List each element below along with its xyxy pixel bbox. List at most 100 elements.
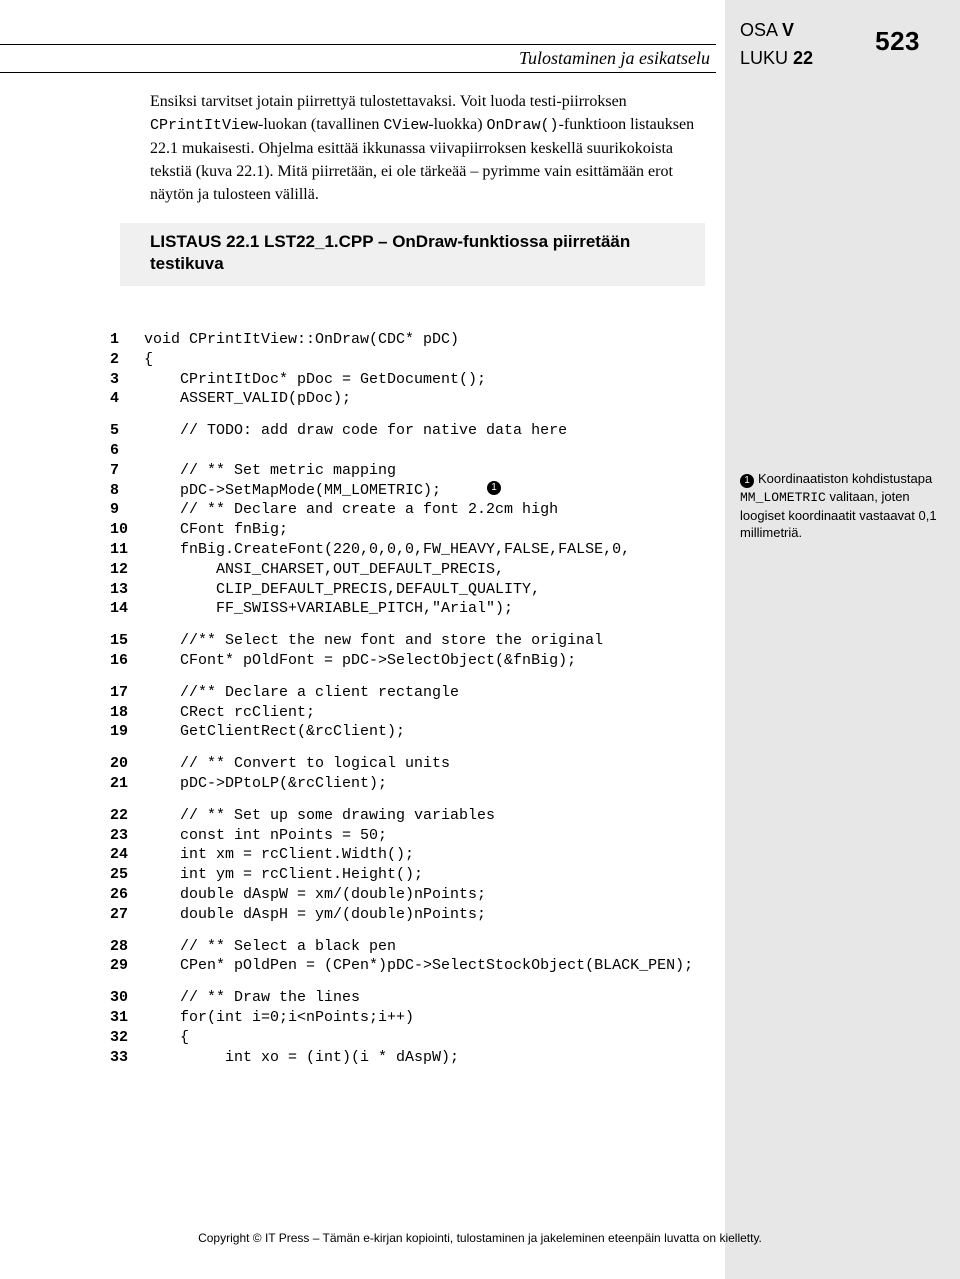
code-line: 30 // ** Draw the lines xyxy=(110,988,730,1008)
copyright-footer: Copyright © IT Press – Tämän e-kirjan ko… xyxy=(0,1231,960,1245)
code-line: 6 xyxy=(110,441,730,461)
margin-note-text: Koordinaatiston kohdistustapa xyxy=(758,471,932,486)
code-text: // ** Set metric mapping xyxy=(144,461,396,481)
line-number: 2 xyxy=(110,350,144,370)
code-text: pDC->SetMapMode(MM_LOMETRIC); xyxy=(144,481,441,501)
line-number: 16 xyxy=(110,651,144,671)
code-text: CFont fnBig; xyxy=(144,520,288,540)
line-number: 24 xyxy=(110,845,144,865)
code-text: void CPrintItView::OnDraw(CDC* pDC) xyxy=(144,330,459,350)
line-number: 3 xyxy=(110,370,144,390)
code-line: 7 // ** Set metric mapping xyxy=(110,461,730,481)
line-number: 31 xyxy=(110,1008,144,1028)
code-line: 2{ xyxy=(110,350,730,370)
code-text: int ym = rcClient.Height(); xyxy=(144,865,423,885)
margin-note: 1 Koordinaatiston kohdistustapa MM_LOMETR… xyxy=(740,470,940,542)
code-text: // ** Draw the lines xyxy=(144,988,360,1008)
code-text: CLIP_DEFAULT_PRECIS,DEFAULT_QUALITY, xyxy=(144,580,540,600)
code-text: // ** Select a black pen xyxy=(144,937,396,957)
code-gap xyxy=(110,671,730,683)
code-line: 10 CFont fnBig; xyxy=(110,520,730,540)
code-text: ASSERT_VALID(pDoc); xyxy=(144,389,351,409)
margin-note-marker-icon: 1 xyxy=(740,474,754,488)
code-text: const int nPoints = 50; xyxy=(144,826,387,846)
para-text: -luokan (tavallinen xyxy=(258,116,383,133)
code-text: int xm = rcClient.Width(); xyxy=(144,845,414,865)
listing-heading: LISTAUS 22.1 LST22_1.CPP – OnDraw-funkti… xyxy=(120,223,705,287)
header-luku: LUKU 22 xyxy=(740,48,813,69)
header-osa: OSA V xyxy=(740,20,794,41)
intro-paragraph: Ensiksi tarvitset jotain piirrettyä tulo… xyxy=(150,90,705,207)
code-listing: 1void CPrintItView::OnDraw(CDC* pDC)2{3 … xyxy=(110,330,730,1067)
code-inline: MM_LOMETRIC xyxy=(740,490,826,505)
line-number: 18 xyxy=(110,703,144,723)
luku-num: 22 xyxy=(793,48,813,68)
code-text: ANSI_CHARSET,OUT_DEFAULT_PRECIS, xyxy=(144,560,504,580)
code-text: // TODO: add draw code for native data h… xyxy=(144,421,567,441)
code-line: 8 pDC->SetMapMode(MM_LOMETRIC);1 xyxy=(110,481,730,501)
code-text: double dAspH = ym/(double)nPoints; xyxy=(144,905,486,925)
line-number: 28 xyxy=(110,937,144,957)
code-line: 31 for(int i=0;i<nPoints;i++) xyxy=(110,1008,730,1028)
code-inline: CPrintItView xyxy=(150,117,258,134)
line-number: 11 xyxy=(110,540,144,560)
line-number: 6 xyxy=(110,441,144,461)
line-number: 20 xyxy=(110,754,144,774)
code-line: 13 CLIP_DEFAULT_PRECIS,DEFAULT_QUALITY, xyxy=(110,580,730,600)
line-number: 22 xyxy=(110,806,144,826)
page: Tulostaminen ja esikatselu OSA V LUKU 22… xyxy=(0,0,960,1279)
code-line: 24 int xm = rcClient.Width(); xyxy=(110,845,730,865)
code-text: CRect rcClient; xyxy=(144,703,315,723)
line-number: 7 xyxy=(110,461,144,481)
code-text: CPrintItDoc* pDoc = GetDocument(); xyxy=(144,370,486,390)
line-number: 1 xyxy=(110,330,144,350)
code-line: 27 double dAspH = ym/(double)nPoints; xyxy=(110,905,730,925)
osa-num: V xyxy=(782,20,794,40)
line-number: 26 xyxy=(110,885,144,905)
code-gap xyxy=(110,976,730,988)
line-number: 32 xyxy=(110,1028,144,1048)
code-text: fnBig.CreateFont(220,0,0,0,FW_HEAVY,FALS… xyxy=(144,540,630,560)
code-text: GetClientRect(&rcClient); xyxy=(144,722,405,742)
code-text: { xyxy=(144,350,153,370)
code-text: double dAspW = xm/(double)nPoints; xyxy=(144,885,486,905)
code-text: for(int i=0;i<nPoints;i++) xyxy=(144,1008,414,1028)
line-number: 10 xyxy=(110,520,144,540)
line-number: 30 xyxy=(110,988,144,1008)
code-text: CPen* pOldPen = (CPen*)pDC->SelectStockO… xyxy=(144,956,693,976)
code-line: 29 CPen* pOldPen = (CPen*)pDC->SelectSto… xyxy=(110,956,730,976)
code-line: 3 CPrintItDoc* pDoc = GetDocument(); xyxy=(110,370,730,390)
code-text: //** Declare a client rectangle xyxy=(144,683,459,703)
code-inline: CView xyxy=(383,117,428,134)
line-number: 15 xyxy=(110,631,144,651)
code-line: 9 // ** Declare and create a font 2.2cm … xyxy=(110,500,730,520)
code-gap xyxy=(110,925,730,937)
code-line: 12 ANSI_CHARSET,OUT_DEFAULT_PRECIS, xyxy=(110,560,730,580)
code-inline: OnDraw() xyxy=(487,117,559,134)
rule-bottom xyxy=(0,72,716,73)
para-text: Ensiksi tarvitset jotain piirrettyä tulo… xyxy=(150,93,627,110)
code-line: 19 GetClientRect(&rcClient); xyxy=(110,722,730,742)
page-number: 523 xyxy=(875,26,920,57)
code-line: 17 //** Declare a client rectangle xyxy=(110,683,730,703)
code-line: 1void CPrintItView::OnDraw(CDC* pDC) xyxy=(110,330,730,350)
code-gap xyxy=(110,742,730,754)
code-line: 5 // TODO: add draw code for native data… xyxy=(110,421,730,441)
code-line: 15 //** Select the new font and store th… xyxy=(110,631,730,651)
code-text: // ** Convert to logical units xyxy=(144,754,450,774)
code-gap xyxy=(110,619,730,631)
code-line: 21 pDC->DPtoLP(&rcClient); xyxy=(110,774,730,794)
code-line: 28 // ** Select a black pen xyxy=(110,937,730,957)
rule-top xyxy=(0,44,716,45)
code-line: 11 fnBig.CreateFont(220,0,0,0,FW_HEAVY,F… xyxy=(110,540,730,560)
code-line: 23 const int nPoints = 50; xyxy=(110,826,730,846)
code-line: 25 int ym = rcClient.Height(); xyxy=(110,865,730,885)
sidebar-shade xyxy=(725,0,960,1279)
line-number: 8 xyxy=(110,481,144,501)
code-line: 22 // ** Set up some drawing variables xyxy=(110,806,730,826)
line-number: 5 xyxy=(110,421,144,441)
line-number: 17 xyxy=(110,683,144,703)
code-text: CFont* pOldFont = pDC->SelectObject(&fnB… xyxy=(144,651,576,671)
line-number: 19 xyxy=(110,722,144,742)
osa-label: OSA xyxy=(740,20,777,40)
